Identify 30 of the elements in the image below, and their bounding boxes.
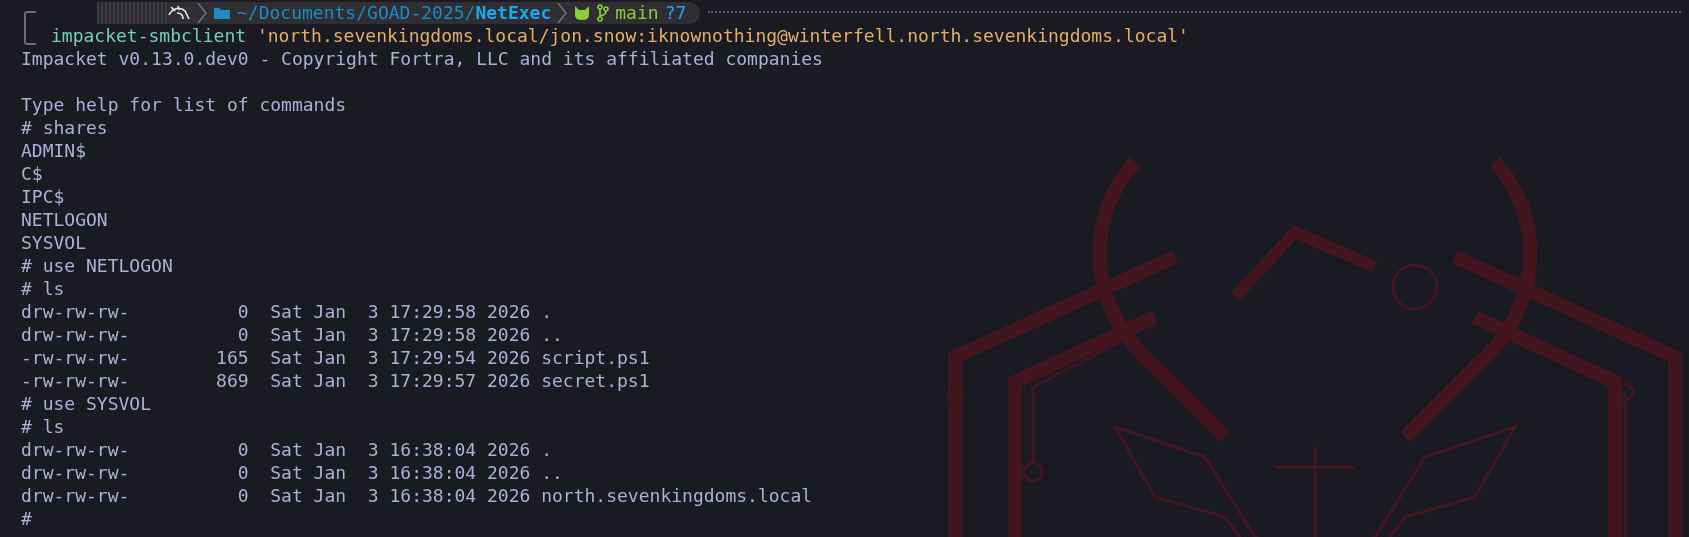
output-line: drw-rw-rw- 0 Sat Jan 3 16:38:04 2026 .. <box>21 461 563 484</box>
chevron-separator-icon <box>557 1 568 24</box>
output-line: IPC$ <box>21 185 65 208</box>
output-line: C$ <box>21 162 43 185</box>
command-line: impacket-smbclient 'north.sevenkingdoms.local/jon.snow:iknownothing@winterfell.north.sevenkingdoms.local' <box>51 24 1189 47</box>
output-line: NETLOGON <box>21 208 108 231</box>
output-line: Impacket v0.13.0.dev0 - Copyright Fortra, LLC and its affiliated companies <box>21 47 823 70</box>
current-path: ~/Documents/GOAD-2025/NetExec <box>237 1 552 24</box>
git-branch-icon <box>597 3 610 22</box>
git-branch-name: main <box>615 1 659 24</box>
output-line: SYSVOL <box>21 231 87 254</box>
output-line: # use SYSVOL <box>21 392 152 415</box>
output-line: drw-rw-rw- 0 Sat Jan 3 16:38:04 2026 . <box>21 438 552 461</box>
output-line: drw-rw-rw- 0 Sat Jan 3 17:29:58 2026 .. <box>21 323 563 346</box>
output-line: # ls <box>21 415 65 438</box>
cat-logo-icon <box>573 4 592 21</box>
git-status: ?7 <box>664 1 687 24</box>
output-line: # ls <box>21 277 65 300</box>
folder-icon <box>213 5 231 20</box>
prompt-corner-bracket-icon <box>23 10 37 46</box>
output-line: -rw-rw-rw- 869 Sat Jan 3 17:29:57 2026 secret.ps1 <box>21 369 650 392</box>
output-line: # use NETLOGON <box>21 254 173 277</box>
output-line: drw-rw-rw- 0 Sat Jan 3 16:38:04 2026 north.sevenkingdoms.local <box>21 484 813 507</box>
chevron-separator-icon <box>197 1 207 24</box>
output-line: drw-rw-rw- 0 Sat Jan 3 17:29:58 2026 . <box>21 300 552 323</box>
output-line: # <box>21 507 32 530</box>
output-line: ADMIN$ <box>21 139 87 162</box>
output-line: # shares <box>21 116 108 139</box>
output-line: -rw-rw-rw- 165 Sat Jan 3 17:29:54 2026 script.ps1 <box>21 346 650 369</box>
output-line: Type help for list of commands <box>21 93 347 116</box>
